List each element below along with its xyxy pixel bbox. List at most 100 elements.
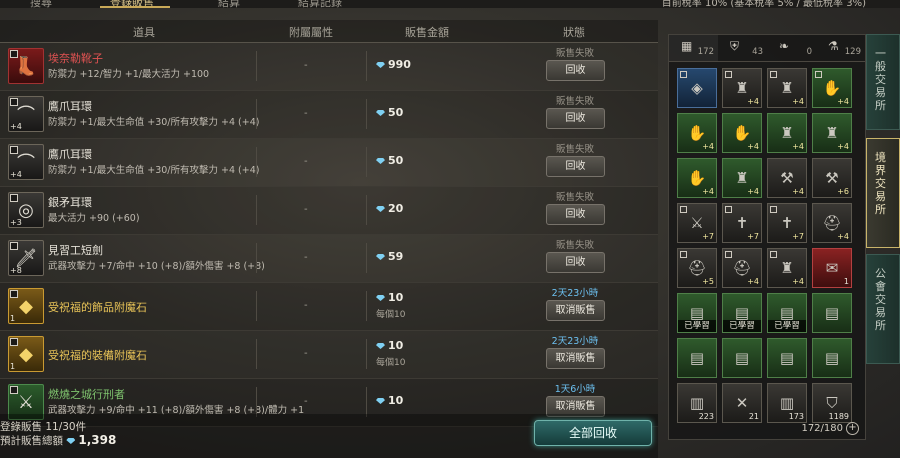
item-icon: ▤ xyxy=(824,349,840,367)
inventory-slot[interactable]: ▤ 已學習 xyxy=(722,293,762,333)
sale-status: 販售失敗 xyxy=(555,48,594,59)
unit-price: 每個10 xyxy=(376,310,406,320)
checkbox-icon[interactable] xyxy=(815,71,822,78)
checkbox-icon[interactable] xyxy=(680,206,687,213)
price-value: 10 xyxy=(388,394,404,407)
column-divider xyxy=(366,243,367,273)
enhance-level: +4 xyxy=(747,142,759,151)
item-attr: - xyxy=(304,396,308,407)
tab-count: 0 xyxy=(806,47,812,57)
inventory-slot[interactable]: ▤ xyxy=(767,338,807,378)
checkbox-icon[interactable] xyxy=(680,71,687,78)
checkbox-icon[interactable] xyxy=(770,206,777,213)
necklace-icon[interactable]: ⌒ +4 xyxy=(8,96,44,132)
collect-all-button[interactable]: 全部回收 xyxy=(534,420,652,446)
inventory-tab-grid[interactable]: ▦ 172 xyxy=(669,35,718,61)
enchant-stone-icon[interactable]: ◆ 1 xyxy=(8,336,44,372)
inventory-slot[interactable]: ▤ xyxy=(677,338,717,378)
inventory-slot[interactable]: ♜ +4 xyxy=(767,113,807,153)
diamond-icon xyxy=(376,343,385,349)
inventory-slot[interactable]: ♜ +4 xyxy=(812,113,852,153)
side-tab-realm-exchange[interactable]: 境界交易所 xyxy=(866,138,900,248)
inventory-slot[interactable]: ♜ +4 xyxy=(722,68,762,108)
inventory-slot[interactable]: ▤ 已學習 xyxy=(677,293,717,333)
reclaim-button[interactable]: 回收 xyxy=(546,108,605,129)
cancel-sale-button[interactable]: 取消販售 xyxy=(546,348,605,369)
tab-settlement-history[interactable]: 結算記錄 xyxy=(298,0,342,8)
checkbox-icon[interactable] xyxy=(10,386,18,394)
checkbox-icon[interactable] xyxy=(770,71,777,78)
price-value: 50 xyxy=(388,154,404,167)
inventory-slot[interactable]: ✝ +7 xyxy=(767,203,807,243)
side-tab-general-exchange[interactable]: 一般交易所 xyxy=(866,34,900,130)
inventory-slot[interactable]: ⛑ +4 xyxy=(722,248,762,288)
inventory-slot[interactable]: ✋ +4 xyxy=(677,158,717,198)
reclaim-button[interactable]: 回收 xyxy=(546,60,605,81)
expand-inventory-button[interactable]: + xyxy=(846,422,859,435)
inventory-slot[interactable]: ✕ 21 xyxy=(722,383,762,423)
tab-search[interactable]: 搜尋 xyxy=(30,0,52,8)
inventory-slot[interactable]: ⛉ 1189 xyxy=(812,383,852,423)
checkbox-icon[interactable] xyxy=(770,251,777,258)
reclaim-button[interactable]: 回收 xyxy=(546,156,605,177)
inventory-tab-potion[interactable]: ⚗ 129 xyxy=(816,35,865,61)
side-tab-label: 公會交易所 xyxy=(875,267,886,332)
cancel-sale-button[interactable]: 取消販售 xyxy=(546,300,605,321)
column-attr: 附屬屬性 xyxy=(289,26,333,39)
checkbox-icon[interactable] xyxy=(10,194,18,202)
reclaim-button[interactable]: 回收 xyxy=(546,252,605,273)
dagger-icon[interactable]: 🗡 +8 xyxy=(8,240,44,276)
inventory-slot[interactable]: ⛑ +4 xyxy=(812,203,852,243)
inventory-slot[interactable]: ◈ xyxy=(677,68,717,108)
column-divider xyxy=(256,339,257,369)
inventory-slot[interactable]: ⚒ +4 xyxy=(767,158,807,198)
inventory-slot[interactable]: ▥ 173 xyxy=(767,383,807,423)
inventory-slot[interactable]: ✋ +4 xyxy=(812,68,852,108)
inventory-slot[interactable]: ▤ xyxy=(812,293,852,333)
inventory-slot[interactable]: ♜ +4 xyxy=(767,248,807,288)
item-attr: - xyxy=(304,252,308,263)
inventory-slot[interactable]: ♜ +4 xyxy=(767,68,807,108)
enhance-level: +4 xyxy=(837,142,849,151)
enchant-stone-icon[interactable]: ◆ 1 xyxy=(8,288,44,324)
checkbox-icon[interactable] xyxy=(680,251,687,258)
checkbox-icon[interactable] xyxy=(10,338,18,346)
inventory-slot[interactable]: ▤ 已學習 xyxy=(767,293,807,333)
checkbox-icon[interactable] xyxy=(10,290,18,298)
enhance-level: +4 xyxy=(702,142,714,151)
boots-icon[interactable]: 👢 xyxy=(8,48,44,84)
enhance-level: +4 xyxy=(702,187,714,196)
enhance-level: +8 xyxy=(10,266,22,275)
inventory-slot[interactable]: ⚒ +6 xyxy=(812,158,852,198)
inventory-slot[interactable]: ⛑ +5 xyxy=(677,248,717,288)
checkbox-icon[interactable] xyxy=(725,251,732,258)
inventory-tab-armor[interactable]: ⛨ 43 xyxy=(718,35,767,61)
inventory-slot[interactable]: ▤ xyxy=(722,338,762,378)
item-icon: ▤ xyxy=(734,349,750,367)
inventory-slot[interactable]: ✉ 1 xyxy=(812,248,852,288)
item-price: 50 xyxy=(376,106,403,119)
checkbox-icon[interactable] xyxy=(725,71,732,78)
checkbox-icon[interactable] xyxy=(10,146,18,154)
stack-count: 1189 xyxy=(828,412,849,421)
side-tab-guild-exchange[interactable]: 公會交易所 xyxy=(866,254,900,364)
checkbox-icon[interactable] xyxy=(10,242,18,250)
checkbox-icon[interactable] xyxy=(10,50,18,58)
inventory-slot[interactable]: ▥ 223 xyxy=(677,383,717,423)
column-divider xyxy=(256,195,257,225)
tab-settlement[interactable]: 結算 xyxy=(218,0,240,8)
earring-icon[interactable]: ◎ +3 xyxy=(8,192,44,228)
sale-status: 販售失敗 xyxy=(555,144,594,155)
inventory-tab-leaf[interactable]: ❧ 0 xyxy=(767,35,816,61)
necklace-icon[interactable]: ⌒ +4 xyxy=(8,144,44,180)
tax-rate-info: 目前稅率 10% (基本稅率 5% / 最低稅率 3%) xyxy=(661,0,866,8)
checkbox-icon[interactable] xyxy=(10,98,18,106)
reclaim-button[interactable]: 回收 xyxy=(546,204,605,225)
checkbox-icon[interactable] xyxy=(725,206,732,213)
inventory-slot[interactable]: ✋ +4 xyxy=(722,113,762,153)
inventory-slot[interactable]: ✋ +4 xyxy=(677,113,717,153)
inventory-slot[interactable]: ▤ xyxy=(812,338,852,378)
inventory-slot[interactable]: ♜ +4 xyxy=(722,158,762,198)
inventory-slot[interactable]: ⚔ +7 xyxy=(677,203,717,243)
inventory-slot[interactable]: ✝ +7 xyxy=(722,203,762,243)
